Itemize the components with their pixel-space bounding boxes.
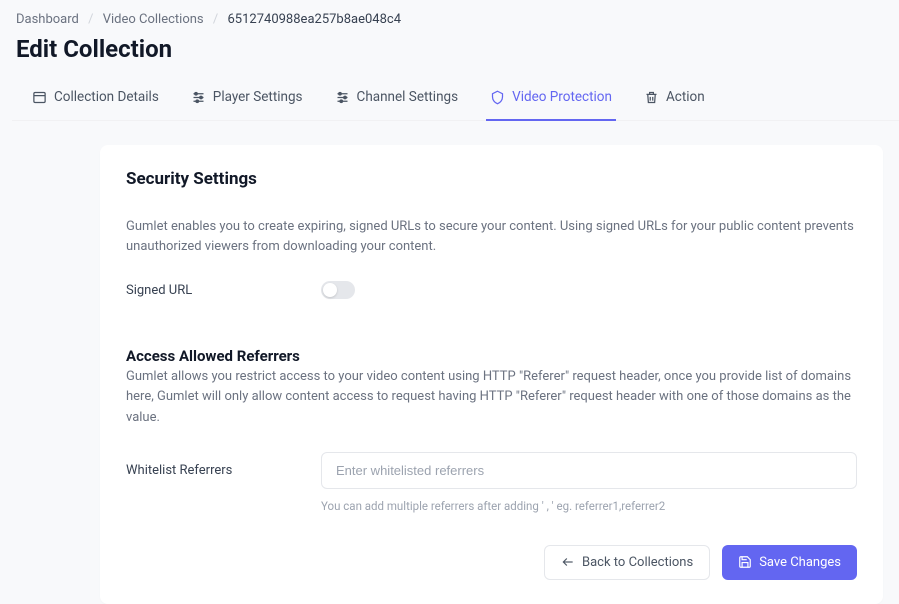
sliders-icon <box>335 90 350 105</box>
breadcrumb-separator: / <box>88 12 93 27</box>
tab-channel-settings[interactable]: Channel Settings <box>331 81 463 121</box>
button-label: Save Changes <box>759 555 841 570</box>
breadcrumb: Dashboard / Video Collections / 65127409… <box>0 0 899 27</box>
breadcrumb-current: 6512740988ea257b8ae048c4 <box>227 12 401 27</box>
tab-label: Action <box>666 89 705 105</box>
content-card: Security Settings Gumlet enables you to … <box>100 145 883 604</box>
trash-icon <box>644 90 659 105</box>
security-settings-desc: Gumlet enables you to create expiring, s… <box>126 217 857 257</box>
tab-collection-details[interactable]: Collection Details <box>28 81 163 121</box>
button-label: Back to Collections <box>582 555 693 570</box>
tab-label: Video Protection <box>512 89 612 105</box>
page-title: Edit Collection <box>0 27 899 81</box>
referrers-section: Access Allowed Referrers Gumlet allows y… <box>126 347 857 512</box>
whitelist-referrers-row: Whitelist Referrers <box>126 452 857 489</box>
referrers-title: Access Allowed Referrers <box>126 347 857 365</box>
actions-row: Back to Collections Save Changes <box>126 545 857 580</box>
save-changes-button[interactable]: Save Changes <box>722 545 857 580</box>
signed-url-row: Signed URL <box>126 281 857 299</box>
referrers-desc: Gumlet allows you restrict access to you… <box>126 367 857 427</box>
tab-label: Channel Settings <box>357 89 459 105</box>
save-icon <box>738 555 752 569</box>
breadcrumb-video-collections[interactable]: Video Collections <box>103 12 204 27</box>
whitelist-referrers-helper: You can add multiple referrers after add… <box>321 499 857 513</box>
back-to-collections-button[interactable]: Back to Collections <box>544 545 710 580</box>
tabs: Collection Details Player Settings Chann… <box>12 81 899 121</box>
tab-label: Collection Details <box>54 89 159 105</box>
signed-url-label: Signed URL <box>126 283 321 298</box>
whitelist-referrers-input[interactable] <box>321 452 857 489</box>
shield-icon <box>490 90 505 105</box>
tab-video-protection[interactable]: Video Protection <box>486 81 616 121</box>
details-icon <box>32 90 47 105</box>
whitelist-referrers-label: Whitelist Referrers <box>126 463 321 478</box>
signed-url-toggle[interactable] <box>321 281 355 299</box>
tab-label: Player Settings <box>213 89 303 105</box>
arrow-left-icon <box>561 555 575 569</box>
breadcrumb-dashboard[interactable]: Dashboard <box>16 12 79 27</box>
breadcrumb-separator: / <box>213 12 218 27</box>
tab-action[interactable]: Action <box>640 81 709 121</box>
sliders-icon <box>191 90 206 105</box>
tab-player-settings[interactable]: Player Settings <box>187 81 307 121</box>
security-settings-title: Security Settings <box>126 169 857 189</box>
